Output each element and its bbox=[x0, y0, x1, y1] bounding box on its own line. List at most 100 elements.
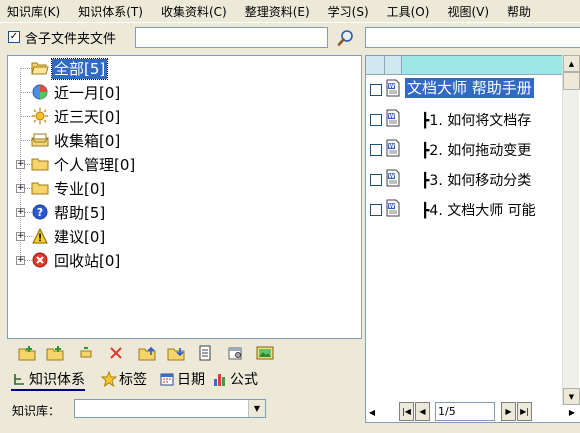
tree-item-recycle-bin[interactable]: + 回收站[0] bbox=[8, 250, 158, 272]
list-header bbox=[366, 56, 564, 75]
document-title: ┣4. 文档大师 可能 bbox=[421, 203, 536, 219]
row-checkbox[interactable] bbox=[370, 204, 382, 216]
new-folder-icon bbox=[18, 346, 36, 361]
word-doc-icon: W bbox=[385, 109, 401, 127]
tree-item-all[interactable]: 全部[5] bbox=[8, 58, 158, 80]
tree-item-last-month[interactable]: 近一月[0] bbox=[8, 82, 158, 104]
header-checkbox-column[interactable] bbox=[366, 56, 385, 75]
row-checkbox[interactable] bbox=[370, 174, 382, 186]
knowledge-base-select[interactable]: ▼ bbox=[74, 399, 266, 418]
search-button[interactable] bbox=[334, 27, 358, 49]
list-item[interactable]: W 文档大师 帮助手册 bbox=[366, 75, 564, 105]
tree-item-personal[interactable]: + 个人管理[0] bbox=[8, 154, 158, 176]
scroll-left-button[interactable]: ◀ bbox=[365, 404, 379, 421]
menu-study[interactable]: 学习(S) bbox=[321, 3, 369, 20]
folder-down-icon bbox=[167, 348, 185, 361]
word-doc-icon: W bbox=[385, 169, 401, 187]
tab-knowledge-system[interactable]: 知识体系 bbox=[11, 368, 85, 391]
tree-item-suggestions[interactable]: + 建议[0] bbox=[8, 226, 158, 248]
folder-open-icon bbox=[31, 59, 49, 77]
image-button[interactable] bbox=[256, 344, 274, 362]
document-title: ┣2. 如何拖动变更 bbox=[421, 143, 532, 159]
next-page-button[interactable]: ▶ bbox=[501, 402, 516, 421]
row-checkbox[interactable] bbox=[370, 84, 382, 96]
expand-toggle[interactable]: + bbox=[16, 232, 25, 241]
menu-collect[interactable]: 收集资料(C) bbox=[154, 3, 227, 20]
delete-icon bbox=[110, 347, 122, 359]
list-vertical-scrollbar[interactable]: ▲ ▼ bbox=[562, 55, 580, 405]
document-button[interactable] bbox=[196, 344, 214, 362]
move-up-button[interactable] bbox=[138, 344, 156, 362]
image-icon bbox=[256, 346, 274, 360]
list-item[interactable]: W ┣1. 如何将文档存 bbox=[366, 105, 564, 135]
rename-button[interactable] bbox=[77, 344, 95, 362]
include-subfolders-label: 含子文件夹文件 bbox=[25, 32, 117, 47]
tree-item-label: 回收站[0] bbox=[54, 252, 121, 270]
new-subfolder-button[interactable] bbox=[46, 344, 64, 362]
new-folder-button[interactable] bbox=[18, 344, 36, 362]
document-filter-input[interactable] bbox=[365, 27, 580, 48]
row-checkbox[interactable] bbox=[370, 144, 382, 156]
row-checkbox[interactable] bbox=[370, 114, 382, 126]
page-input[interactable]: 1/5 bbox=[435, 402, 495, 421]
properties-icon bbox=[228, 347, 242, 360]
menu-organize[interactable]: 整理资料(E) bbox=[238, 3, 310, 20]
recycle-icon bbox=[31, 251, 49, 269]
folder-up-icon bbox=[138, 346, 156, 361]
search-input[interactable] bbox=[135, 27, 328, 48]
list-item[interactable]: W ┣3. 如何移动分类 bbox=[366, 165, 564, 195]
include-subfolders-checkbox[interactable]: ✓ bbox=[8, 31, 20, 43]
word-doc-icon: W bbox=[385, 79, 401, 97]
tree-item-label: 个人管理[0] bbox=[54, 156, 136, 174]
svg-text:W: W bbox=[388, 173, 395, 180]
list-item[interactable]: W ┣4. 文档大师 可能 bbox=[366, 195, 564, 225]
knowledge-base-label: 知识库： bbox=[12, 404, 61, 418]
header-icon-column[interactable] bbox=[385, 56, 402, 75]
expand-toggle[interactable]: + bbox=[16, 160, 25, 169]
tree-item-professional[interactable]: + 专业[0] bbox=[8, 178, 158, 200]
star-icon bbox=[101, 371, 117, 387]
document-list[interactable]: W 文档大师 帮助手册 W ┣1. 如何将文档存 W ┣2. 如何拖动变更 W … bbox=[365, 55, 580, 423]
scroll-up-button[interactable]: ▲ bbox=[563, 55, 580, 72]
header-title-column[interactable] bbox=[402, 56, 564, 75]
tab-tags[interactable]: 标签 bbox=[101, 368, 147, 390]
folder-icon bbox=[31, 179, 49, 197]
svg-text:W: W bbox=[388, 113, 395, 120]
calendar-icon bbox=[159, 371, 175, 387]
scroll-right-button[interactable]: ▶ bbox=[565, 404, 579, 421]
menu-help[interactable]: 帮助 bbox=[500, 3, 531, 20]
menu-knowledge-base[interactable]: 知识库(K) bbox=[0, 3, 60, 20]
tree-item-inbox[interactable]: 收集箱[0] bbox=[8, 130, 158, 152]
svg-text:W: W bbox=[388, 83, 395, 90]
warning-icon bbox=[31, 227, 49, 245]
menu-knowledge-system[interactable]: 知识体系(T) bbox=[71, 3, 143, 20]
category-tree[interactable]: 全部[5] 近一月[0] 近三天[0] 收集箱[0] + 个人管理[0] + 专… bbox=[7, 55, 362, 339]
prev-page-button[interactable]: ◀ bbox=[415, 402, 430, 421]
pie-chart-icon bbox=[31, 83, 49, 101]
tree-toolbar bbox=[7, 342, 362, 364]
scroll-thumb[interactable] bbox=[563, 72, 580, 90]
first-page-button[interactable]: |◀ bbox=[399, 402, 414, 421]
expand-toggle[interactable]: + bbox=[16, 208, 25, 217]
tab-formula[interactable]: 公式 bbox=[212, 368, 258, 390]
tree-item-label: 建议[0] bbox=[54, 228, 106, 246]
tree-icon bbox=[11, 371, 27, 387]
expand-toggle[interactable]: + bbox=[16, 256, 25, 265]
tab-date[interactable]: 日期 bbox=[159, 368, 205, 390]
rename-icon bbox=[80, 347, 92, 358]
menu-tools[interactable]: 工具(O) bbox=[380, 3, 430, 20]
word-doc-icon: W bbox=[385, 199, 401, 217]
inbox-icon bbox=[31, 131, 49, 149]
tree-item-label: 近三天[0] bbox=[54, 108, 121, 126]
list-item[interactable]: W ┣2. 如何拖动变更 bbox=[366, 135, 564, 165]
tree-item-last-three-days[interactable]: 近三天[0] bbox=[8, 106, 158, 128]
tree-item-help[interactable]: + ? 帮助[5] bbox=[8, 202, 158, 224]
expand-toggle[interactable]: + bbox=[16, 184, 25, 193]
chevron-down-icon[interactable]: ▼ bbox=[248, 400, 265, 417]
delete-button[interactable] bbox=[107, 344, 125, 362]
menu-view[interactable]: 视图(V) bbox=[440, 3, 489, 20]
properties-button[interactable] bbox=[226, 344, 244, 362]
move-down-button[interactable] bbox=[167, 344, 185, 362]
last-page-button[interactable]: ▶| bbox=[517, 402, 532, 421]
tab-label: 知识体系 bbox=[29, 372, 85, 388]
